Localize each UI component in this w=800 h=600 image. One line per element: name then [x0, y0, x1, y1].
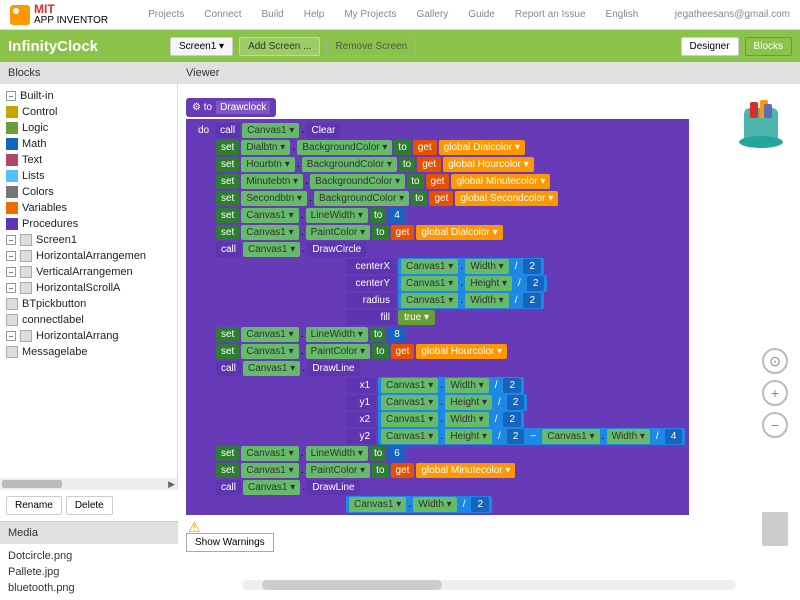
nav-help[interactable]: Help: [304, 9, 325, 20]
backpack-icon[interactable]: [734, 96, 788, 150]
nav-myprojects[interactable]: My Projects: [344, 9, 396, 20]
trash-icon[interactable]: [762, 512, 788, 546]
center-button[interactable]: ⊙: [762, 348, 788, 374]
main-area: Blocks −Built-in Control Logic Math Text…: [0, 62, 800, 600]
user-email[interactable]: jegatheesans@gmail.com: [675, 9, 790, 20]
tree-item[interactable]: −HorizontalArrangemen: [0, 248, 177, 264]
screen-node[interactable]: −Screen1: [0, 232, 177, 248]
designer-button[interactable]: Designer: [681, 37, 739, 56]
tree-item[interactable]: −HorizontalScrollA: [0, 280, 177, 296]
cat-text[interactable]: Text: [0, 152, 177, 168]
media-file[interactable]: Dotcircle.png: [8, 548, 170, 564]
media-file[interactable]: bluetooth.png: [8, 580, 170, 596]
cat-colors[interactable]: Colors: [0, 184, 177, 200]
zoom-in-button[interactable]: +: [762, 380, 788, 406]
blocks-canvas[interactable]: ⚙ to Drawclock docallCanvas1 ▾.Clear set…: [182, 88, 796, 596]
viewer-header: Viewer: [178, 62, 800, 84]
project-title: InfinityClock: [8, 38, 98, 55]
logo[interactable]: MITAPP INVENTOR: [10, 3, 108, 26]
blocks-button[interactable]: Blocks: [745, 37, 792, 56]
project-bar: InfinityClock Screen1 ▾ Add Screen ... R…: [0, 30, 800, 62]
procedure-block[interactable]: ⚙ to Drawclock: [186, 98, 276, 117]
cat-lists[interactable]: Lists: [0, 168, 177, 184]
workspace[interactable]: ⚙ to Drawclock docallCanvas1 ▾.Clear set…: [186, 98, 689, 515]
canvas-hscroll[interactable]: [242, 580, 736, 590]
blocks-tree: −Built-in Control Logic Math Text Lists …: [0, 84, 178, 490]
remove-screen-button[interactable]: Remove Screen: [326, 37, 416, 56]
nav-gallery[interactable]: Gallery: [417, 9, 449, 20]
component-buttons: Rename Delete: [0, 490, 178, 521]
zoom-out-button[interactable]: −: [762, 412, 788, 438]
media-panel-header: Media: [0, 521, 178, 544]
cat-logic[interactable]: Logic: [0, 120, 177, 136]
nav-guide[interactable]: Guide: [468, 9, 495, 20]
delete-button[interactable]: Delete: [66, 496, 113, 515]
sidebar: Blocks −Built-in Control Logic Math Text…: [0, 62, 178, 600]
nav-english[interactable]: English: [606, 9, 639, 20]
logo-text: MITAPP INVENTOR: [34, 3, 108, 26]
nav-menu: Projects Connect Build Help My Projects …: [148, 9, 675, 20]
media-list: Dotcircle.png Pallete.jpg bluetooth.png: [0, 544, 178, 600]
cat-variables[interactable]: Variables: [0, 200, 177, 216]
collapse-icon[interactable]: −: [6, 91, 16, 101]
nav-connect[interactable]: Connect: [204, 9, 241, 20]
tree-item[interactable]: connectlabel: [0, 312, 177, 328]
builtin-node[interactable]: −Built-in: [0, 88, 177, 104]
logo-icon: [10, 5, 30, 25]
collapse-icon[interactable]: −: [6, 235, 16, 245]
media-file[interactable]: Pallete.jpg: [8, 564, 170, 580]
rename-button[interactable]: Rename: [6, 496, 62, 515]
tree-item[interactable]: −HorizontalArrang: [0, 328, 177, 344]
cat-control[interactable]: Control: [0, 104, 177, 120]
add-screen-button[interactable]: Add Screen ...: [239, 37, 320, 56]
tree-item[interactable]: −VerticalArrangemen: [0, 264, 177, 280]
viewer-panel: Viewer ⚙ to Drawclock docallCanvas1 ▾.Cl…: [178, 62, 800, 600]
nav-projects[interactable]: Projects: [148, 9, 184, 20]
app-header: MITAPP INVENTOR Projects Connect Build H…: [0, 0, 800, 30]
tree-item[interactable]: BTpickbutton: [0, 296, 177, 312]
nav-report[interactable]: Report an Issue: [515, 9, 586, 20]
tree-item[interactable]: Messagelabe: [0, 344, 177, 360]
nav-build[interactable]: Build: [261, 9, 283, 20]
sidebar-hscroll[interactable]: ▶: [0, 478, 177, 490]
screen-dropdown[interactable]: Screen1 ▾: [170, 37, 233, 56]
blocks-panel-header: Blocks: [0, 62, 178, 84]
cat-procedures[interactable]: Procedures: [0, 216, 177, 232]
show-warnings-button[interactable]: Show Warnings: [186, 533, 274, 552]
cat-math[interactable]: Math: [0, 136, 177, 152]
zoom-controls: ⊙ + −: [762, 348, 788, 438]
